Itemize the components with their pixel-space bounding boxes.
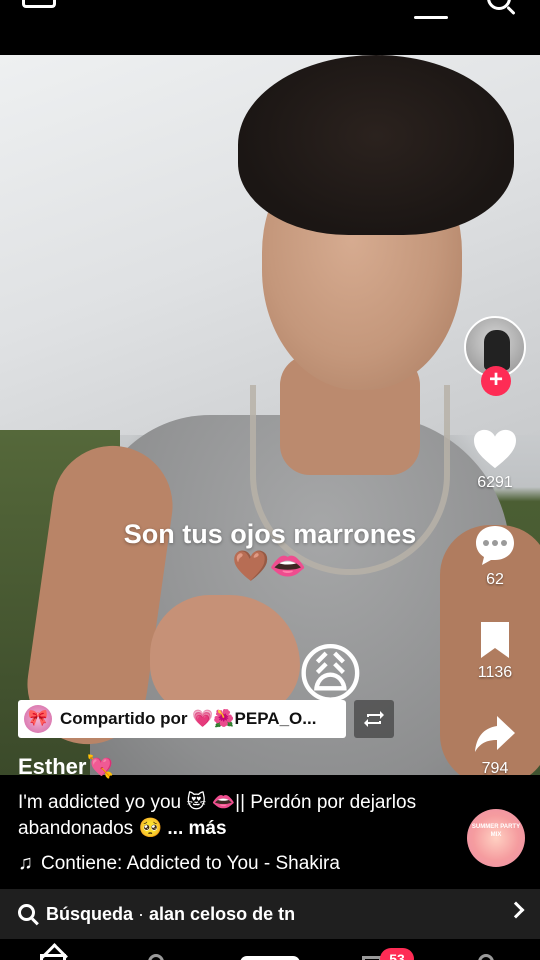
- heart-icon: [472, 428, 518, 470]
- friends-icon[interactable]: [148, 954, 164, 960]
- music-disc[interactable]: SUMMER PARTY MIX: [467, 809, 525, 867]
- video-player[interactable]: [0, 55, 540, 775]
- creator-username[interactable]: Esther💘: [18, 754, 114, 780]
- music-note-icon: ♫: [18, 852, 33, 874]
- music-title: Contiene: Addicted to You - Shakira: [41, 852, 340, 874]
- music-disc-label: SUMMER PARTY MIX: [471, 824, 521, 838]
- related-search-text[interactable]: Búsqueda · alan celoso de tn: [46, 904, 295, 925]
- more-link[interactable]: ... más: [167, 818, 226, 839]
- live-icon[interactable]: [22, 0, 56, 8]
- bookmark-icon: [478, 620, 512, 660]
- follow-button[interactable]: +: [481, 366, 511, 396]
- search-separator: ·: [138, 904, 150, 924]
- search-query: alan celoso de tn: [149, 904, 296, 924]
- like-button[interactable]: 6291: [462, 428, 528, 492]
- repost-icon: [364, 711, 384, 727]
- bottom-nav: [0, 940, 540, 960]
- search-label: Búsqueda: [46, 904, 134, 924]
- music-info[interactable]: ♫ Contiene: Addicted to You - Shakira: [18, 852, 340, 875]
- video-subject-hand: [150, 595, 300, 715]
- save-button[interactable]: 1136: [462, 620, 528, 682]
- create-button[interactable]: [240, 956, 300, 960]
- shared-by-banner[interactable]: 🎀 Compartido por 💗🌺PEPA_O...: [18, 700, 346, 738]
- home-icon[interactable]: [40, 954, 66, 960]
- shared-by-label: Compartido por 💗🌺PEPA_O...: [60, 709, 317, 728]
- repost-button[interactable]: [354, 700, 394, 738]
- video-caption-emojis: 🤎👄: [232, 550, 307, 583]
- profile-icon[interactable]: [478, 954, 494, 960]
- like-count: 6291: [477, 474, 513, 491]
- share-button[interactable]: 794: [462, 714, 528, 778]
- inbox-icon[interactable]: [362, 956, 382, 960]
- save-count: 1136: [477, 664, 513, 681]
- comment-button[interactable]: 62: [462, 523, 528, 589]
- comment-count: 62: [486, 571, 504, 588]
- search-icon: [18, 904, 35, 921]
- inbox-badge: 53: [380, 948, 414, 960]
- video-caption-text: Son tus ojos marrones: [123, 519, 417, 549]
- avatar-figure: [484, 330, 510, 370]
- top-bar: [0, 0, 540, 55]
- post-description[interactable]: I'm addicted yo you 😻 👄|| Perdón por dej…: [18, 790, 448, 842]
- comment-icon: [473, 523, 517, 567]
- hamburger-icon[interactable]: [414, 16, 448, 19]
- share-icon: [473, 714, 517, 756]
- shared-by-avatar: 🎀: [24, 705, 52, 733]
